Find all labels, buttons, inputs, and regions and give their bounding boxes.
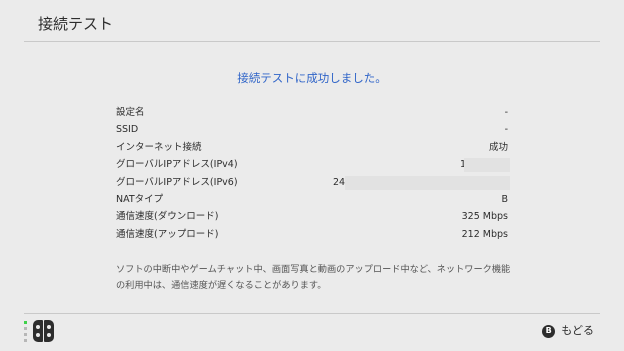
row-label: SSID	[116, 124, 139, 136]
row-ssid: SSID -	[116, 121, 510, 138]
redacted-mask	[345, 175, 510, 190]
row-label: 通信速度(アップロード)	[116, 228, 219, 240]
player-indicator-icon	[24, 321, 28, 345]
row-ipv4: グローバルIPアドレス(IPv4) 1	[116, 156, 510, 173]
speed-note: ソフトの中断中やゲームチャット中、画面写真と動画のアップロード中など、ネットワー…	[116, 264, 511, 291]
row-value: B	[501, 193, 508, 205]
page-title: 接続テスト	[38, 15, 114, 33]
joycon-left-icon	[33, 320, 43, 342]
success-message: 接続テストに成功しました。	[237, 71, 387, 85]
row-label: NATタイプ	[116, 193, 164, 205]
row-value: 24	[333, 176, 346, 188]
row-value: 成功	[488, 141, 508, 153]
row-ipv6: グローバルIPアドレス(IPv6) 24	[116, 174, 510, 191]
header: 接続テスト	[0, 0, 624, 42]
controller-status-icon	[24, 320, 56, 344]
header-divider	[24, 41, 600, 42]
row-nat-type: NATタイプ B	[116, 191, 510, 208]
row-label: インターネット接続	[116, 141, 202, 153]
row-label: 通信速度(ダウンロード)	[116, 211, 219, 223]
back-button[interactable]: B もどる	[542, 323, 594, 339]
row-value: -	[504, 107, 508, 118]
footer-divider	[24, 313, 600, 314]
row-label: グローバルIPアドレス(IPv4)	[116, 159, 238, 171]
joycon-right-icon	[44, 320, 54, 342]
redacted-mask	[464, 158, 510, 173]
back-label: もどる	[561, 324, 594, 337]
row-internet-connection: インターネット接続 成功	[116, 139, 510, 156]
row-download-speed: 通信速度(ダウンロード) 325 Mbps	[116, 208, 510, 225]
b-button-icon: B	[542, 324, 556, 338]
row-setting-name: 設定名 -	[116, 104, 510, 121]
row-value: -	[504, 124, 508, 136]
results-table: 設定名 - SSID - インターネット接続 成功 グローバルIPアドレス(IP…	[116, 104, 510, 243]
row-upload-speed: 通信速度(アップロード) 212 Mbps	[116, 226, 510, 243]
row-label: 設定名	[116, 107, 145, 118]
row-label: グローバルIPアドレス(IPv6)	[116, 176, 238, 188]
row-value: 325 Mbps	[461, 211, 508, 223]
row-value: 212 Mbps	[461, 228, 508, 240]
